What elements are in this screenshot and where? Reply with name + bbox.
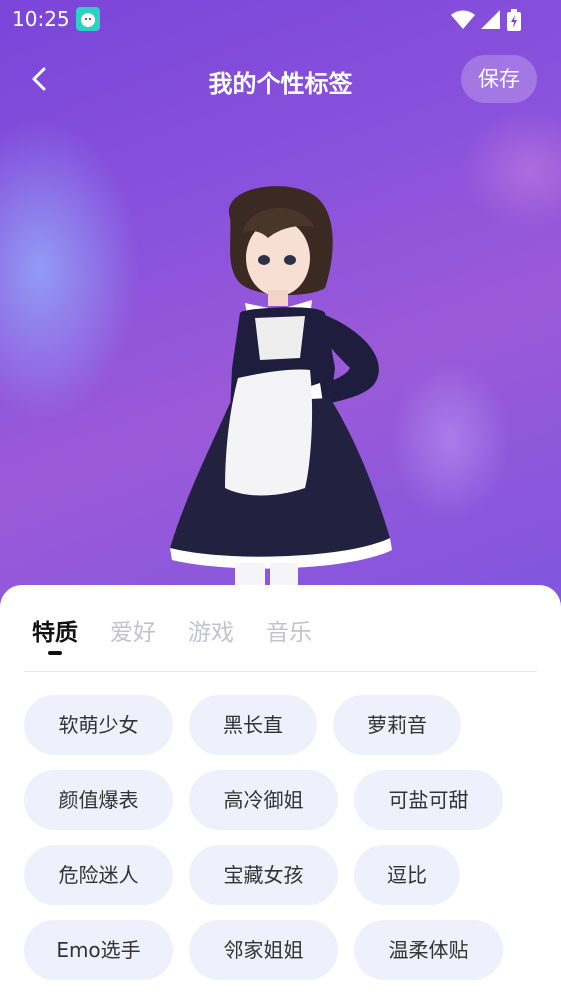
tag-chip[interactable]: 邻家姐姐: [189, 920, 338, 980]
tab-music[interactable]: 音乐: [266, 613, 312, 647]
wifi-icon: [451, 10, 475, 34]
category-tabs: 特质 爱好 游戏 音乐: [32, 613, 312, 655]
avatar-illustration: [170, 186, 392, 588]
tag-chip[interactable]: 颜值爆表: [24, 770, 173, 830]
tag-chip[interactable]: Emo选手: [24, 920, 173, 980]
background-glow: [460, 110, 561, 230]
tab-label: 游戏: [188, 620, 234, 646]
tag-list: 软萌少女 黑长直 萝莉音 颜值爆表 高冷御姐 可盐可甜 危险迷人 宝藏女孩 逗比…: [24, 695, 537, 980]
tag-chip[interactable]: 危险迷人: [24, 845, 173, 905]
tag-chip[interactable]: 黑长直: [189, 695, 317, 755]
app-notification-icon: [76, 7, 100, 31]
battery-icon: [507, 9, 521, 35]
tag-chip[interactable]: 软萌少女: [24, 695, 173, 755]
tag-chip[interactable]: 逗比: [354, 845, 460, 905]
background-glow: [0, 120, 140, 420]
background-glow: [390, 360, 510, 520]
tab-games[interactable]: 游戏: [188, 613, 234, 647]
tab-label: 音乐: [266, 620, 312, 646]
tag-panel: 特质 爱好 游戏 音乐 软萌少女 黑长直 萝莉音 颜值爆表 高冷御姐 可盐可甜 …: [0, 585, 561, 999]
top-navigation: 我的个性标签 保存: [0, 52, 561, 108]
tag-chip[interactable]: 萝莉音: [333, 695, 461, 755]
tag-chip[interactable]: 高冷御姐: [189, 770, 338, 830]
tag-chip[interactable]: 可盐可甜: [354, 770, 503, 830]
status-time: 10:25: [12, 7, 70, 31]
tab-traits[interactable]: 特质: [32, 613, 78, 655]
save-button[interactable]: 保存: [461, 55, 537, 103]
tag-chip[interactable]: 温柔体贴: [354, 920, 503, 980]
tab-label: 爱好: [110, 620, 156, 646]
tag-chip[interactable]: 宝藏女孩: [189, 845, 338, 905]
active-tab-indicator: [48, 651, 62, 655]
tabs-divider: [24, 671, 537, 672]
signal-icon: [481, 10, 501, 34]
tab-label: 特质: [32, 620, 78, 646]
status-bar: 10:25: [0, 0, 561, 38]
tab-hobbies[interactable]: 爱好: [110, 613, 156, 647]
